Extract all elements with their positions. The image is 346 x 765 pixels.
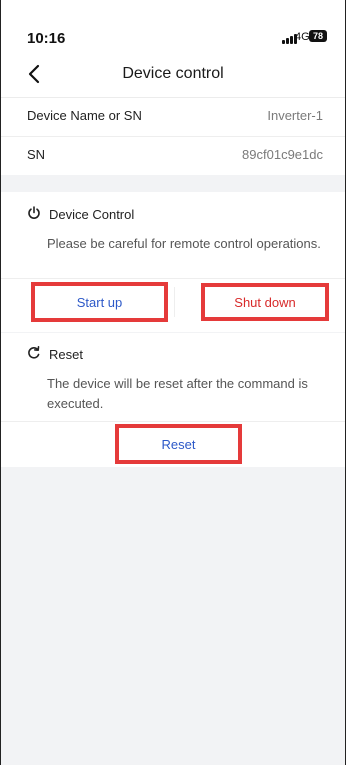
- info-row-sn: SN 89cf01c9e1dc: [1, 137, 345, 175]
- info-label: SN: [27, 147, 46, 162]
- battery-icon: 78: [309, 30, 327, 42]
- page-title: Device control: [122, 65, 224, 82]
- device-info-card: Device Name or SN Inverter-1 SN 89cf01c9…: [1, 98, 345, 175]
- info-value: Inverter-1: [267, 108, 323, 123]
- divider: [174, 287, 175, 317]
- info-value: 89cf01c9e1dc: [242, 147, 323, 162]
- divider: [1, 278, 345, 279]
- network-type: 4G: [295, 31, 310, 43]
- refresh-icon: [27, 346, 41, 363]
- reset-title: Reset: [49, 347, 83, 362]
- nav-bar: Device control: [1, 50, 345, 98]
- device-control-title: Device Control: [49, 207, 135, 222]
- reset-description: The device will be reset after the comma…: [47, 376, 308, 411]
- device-control-section: Device Control Please be careful for rem…: [1, 192, 345, 332]
- app-screen: 10:16 4G 78 Device control Device Name o…: [0, 0, 346, 765]
- device-control-header: Device Control: [27, 206, 134, 223]
- reset-header: Reset: [27, 346, 83, 363]
- reset-section: Reset The device will be reset after the…: [1, 333, 345, 467]
- info-row-device-name: Device Name or SN Inverter-1: [1, 98, 345, 137]
- start-up-button[interactable]: Start up: [31, 282, 168, 322]
- info-label: Device Name or SN: [27, 108, 142, 123]
- status-bar: 10:16 4G 78: [1, 0, 345, 50]
- power-icon: [27, 206, 41, 223]
- shut-down-button[interactable]: Shut down: [201, 283, 329, 321]
- reset-button[interactable]: Reset: [115, 424, 242, 464]
- divider: [1, 421, 345, 422]
- status-time: 10:16: [27, 30, 66, 47]
- device-control-description: Please be careful for remote control ope…: [47, 236, 321, 251]
